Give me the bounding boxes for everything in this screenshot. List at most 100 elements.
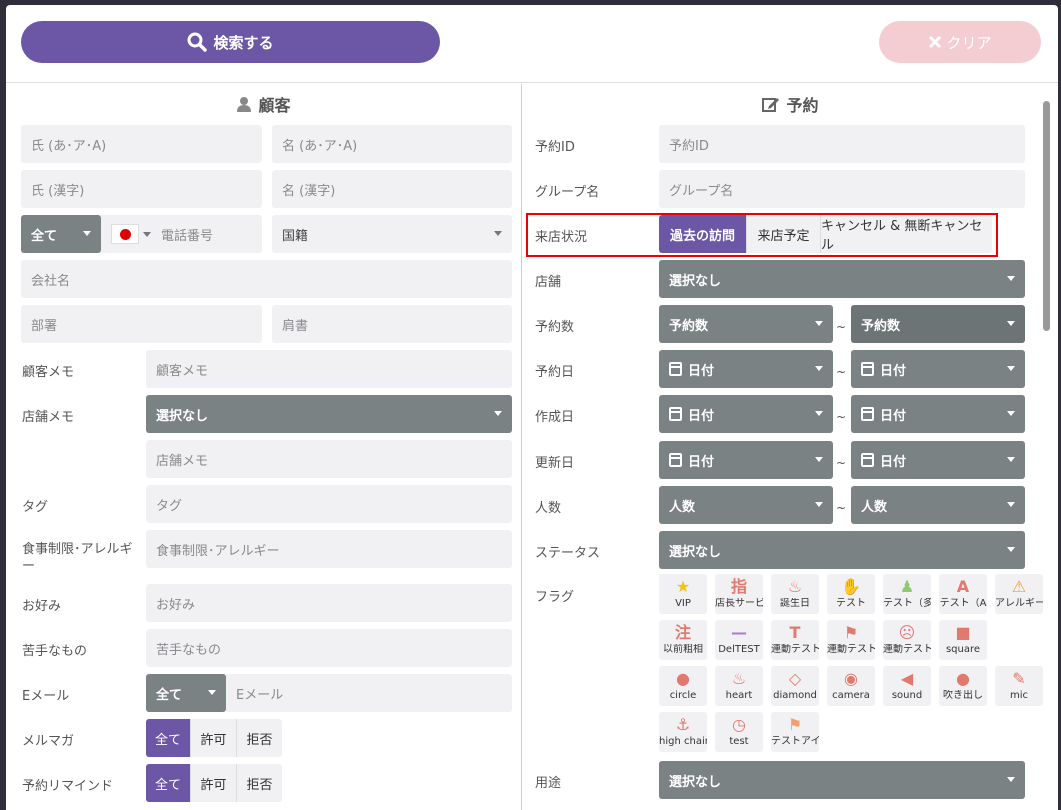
flag-chip[interactable]: ◷ test [715,712,763,752]
chevron-down-icon [815,411,823,416]
flag-chip[interactable]: 注以前粗相 [659,620,707,660]
email-scope-dropdown[interactable]: 全て [146,674,226,712]
date-from-picker[interactable]: 日付 [659,350,833,388]
tag-input[interactable]: タグ [146,485,512,523]
flag-chip[interactable]: ◇ diamond [771,666,819,706]
status-dropdown[interactable]: 選択なし [659,531,1025,569]
flag-chip[interactable]: ● 吹き出し [939,666,987,706]
flag-chip[interactable]: ✋ テスト [827,574,875,614]
vertical-scrollbar[interactable] [1041,95,1051,810]
flag-chip-label: 連動テスト [771,644,819,655]
flag-chip[interactable]: ♨ heart [715,666,763,706]
flag-chip-label: 誕生日 [780,598,810,609]
phone-input[interactable]: 電話番号 [101,215,262,253]
flag-chip[interactable]: ⚑ テストアイ [771,712,819,752]
store-dropdown[interactable]: 選択なし [659,260,1025,298]
flag-chip[interactable]: ☹ 連動テスト [883,620,931,660]
updated-from-picker[interactable]: 日付 [659,441,833,479]
clear-button[interactable]: クリア [879,21,1041,63]
chevron-down-icon [1007,457,1015,462]
remind-deny[interactable]: 拒否 [236,764,282,802]
country-caret-icon [143,231,151,237]
first-name-kanji-input[interactable]: 名 (漢字) [272,170,512,208]
people-label: 人数 [535,501,562,516]
flag-chip[interactable]: 指店長サービス [715,574,763,614]
count-from-dropdown[interactable]: 予約数 [659,305,833,343]
reservation-section-title: 予約 [523,92,1058,116]
last-name-kana-input[interactable]: 氏 (あ･ア･A) [21,125,262,163]
phone-scope-dropdown[interactable]: 全て [21,215,101,253]
remind-allow[interactable]: 許可 [190,764,236,802]
reservation-date-label: 予約日 [535,365,575,380]
search-icon [187,32,208,52]
chevron-down-icon [494,411,502,416]
company-input[interactable]: 会社名 [21,260,512,298]
flag-chip[interactable]: ⚑ 連動テスト [827,620,875,660]
flag-chip[interactable]: ★ VIP [659,574,707,614]
flag-chip-label: テスト（A [939,598,987,609]
reservation-id-input[interactable]: 予約ID [659,125,1025,163]
created-to-picker[interactable]: 日付 [851,395,1025,433]
count-to-dropdown[interactable]: 予約数 [851,305,1025,343]
updated-to-picker[interactable]: 日付 [851,441,1025,479]
flag-chip[interactable]: ⚠ アレルギー [995,574,1043,614]
chevron-down-icon [494,231,502,236]
flag-chip[interactable]: ♨ 誕生日 [771,574,819,614]
chevron-down-icon [1007,777,1015,782]
store-memo-dropdown[interactable]: 選択なし [146,395,512,433]
flag-icon: T [789,623,801,642]
people-from-dropdown[interactable]: 人数 [659,486,833,524]
position-input[interactable]: 肩書 [272,305,512,343]
range-tilde: ~ [836,365,847,379]
remind-all[interactable]: 全て [146,764,190,802]
updated-date-label: 更新日 [535,456,575,471]
date-to-picker[interactable]: 日付 [851,350,1025,388]
created-from-picker[interactable]: 日付 [659,395,833,433]
department-input[interactable]: 部署 [21,305,262,343]
flag-chip-label: 以前粗相 [663,644,703,655]
flag-chip[interactable]: A テスト（A [939,574,987,614]
remind-toggle: 全て 許可 拒否 [146,764,282,802]
flag-chip[interactable]: ⚓ high chair [659,712,707,752]
flag-icon: A [956,577,970,596]
flag-chip[interactable]: ◀ sound [883,666,931,706]
first-name-kana-input[interactable]: 名 (あ･ア･A) [272,125,512,163]
flag-chip[interactable]: — DelTEST [715,620,763,660]
dislike-input[interactable]: 苦手なもの [146,629,512,667]
scrollbar-thumb[interactable] [1043,101,1050,331]
group-name-input[interactable]: グループ名 [659,170,1025,208]
japan-flag-icon[interactable] [111,224,139,244]
customer-memo-input[interactable]: 顧客メモ [146,350,512,388]
newsletter-deny[interactable]: 拒否 [236,719,282,757]
flag-icon: ◇ [788,669,802,688]
edit-icon [762,98,780,112]
search-button[interactable]: 検索する [21,21,440,63]
customer-memo-label: 顧客メモ [22,365,75,380]
customer-section-title: 顧客 [6,92,521,116]
nationality-dropdown[interactable]: 国籍 [272,215,512,253]
usage-dropdown[interactable]: 選択なし [659,761,1025,799]
newsletter-allow[interactable]: 許可 [190,719,236,757]
flag-chip-label: sound [891,690,923,701]
diet-input[interactable]: 食事制限･アレルギー [146,530,512,568]
last-name-kanji-input[interactable]: 氏 (漢字) [21,170,262,208]
chevron-down-icon [815,457,823,462]
flag-chip[interactable]: ■ square [939,620,987,660]
store-memo-input[interactable]: 店舗メモ [146,440,512,478]
flag-chip[interactable]: ● circle [659,666,707,706]
flag-icon: ♟ [899,577,915,596]
newsletter-all[interactable]: 全て [146,719,190,757]
chevron-down-icon [1007,411,1015,416]
flag-chip-label: テスト [836,598,866,609]
email-input[interactable]: Eメール [226,674,512,712]
chevron-down-icon [1007,321,1015,326]
flag-chip[interactable]: T 連動テスト [771,620,819,660]
people-to-dropdown[interactable]: 人数 [851,486,1025,524]
flag-chip-label: 連動テスト [827,644,875,655]
flag-chip[interactable]: ♟ テスト（多 [883,574,931,614]
flag-chip[interactable]: ✎ mic [995,666,1043,706]
flag-chip[interactable]: ◉ camera [827,666,875,706]
range-tilde: ~ [836,456,847,470]
calendar-icon [861,407,874,421]
like-input[interactable]: お好み [146,584,512,622]
